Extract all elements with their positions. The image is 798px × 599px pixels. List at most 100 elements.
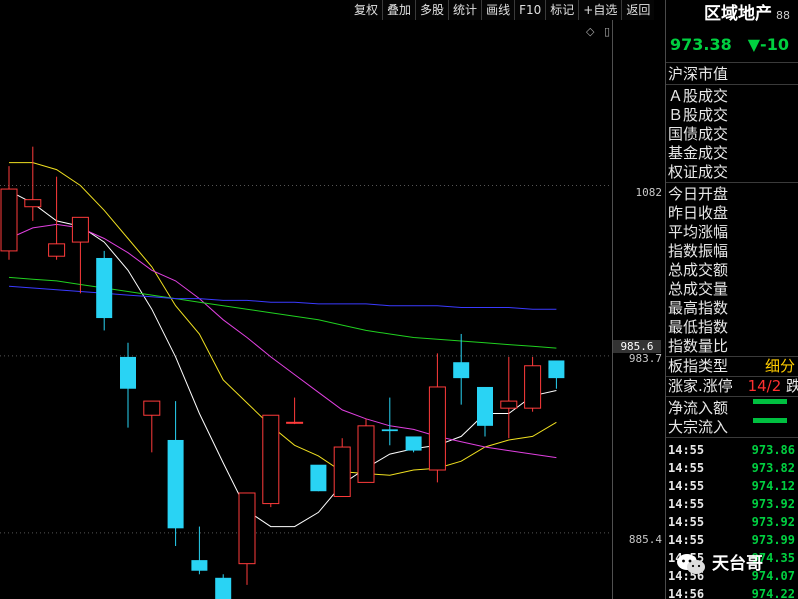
- candle-body: [167, 439, 184, 529]
- candle[interactable]: [524, 356, 542, 412]
- candle[interactable]: [71, 216, 89, 294]
- panel-title: 区域地产 88: [666, 0, 798, 28]
- current-price: 973.38: [670, 35, 732, 54]
- net-inflow-bar: [753, 399, 787, 404]
- panel-label: 总成交额: [668, 261, 729, 279]
- price-change: ▼-10: [747, 35, 789, 54]
- overlay-button[interactable]: 叠加: [382, 0, 416, 20]
- candle-body: [453, 362, 470, 379]
- candle-body: [262, 414, 280, 505]
- tick-price: 973.99: [751, 533, 795, 547]
- tick-price: 974.22: [751, 587, 795, 599]
- advance-value: 14/2: [747, 377, 782, 395]
- tick-row: 14:55 974.12: [666, 477, 798, 495]
- candle-body: [48, 243, 66, 257]
- candlestick-chart[interactable]: 1082 985.6 983.7 885.4 ◇ ▯: [0, 0, 665, 599]
- sector-name: 区域地产: [704, 4, 772, 24]
- add-watchlist-button[interactable]: +自选: [578, 0, 622, 20]
- ma-line-ma10: [9, 162, 557, 476]
- panel-label: 昨日收盘: [668, 204, 729, 222]
- turnover-section: Ａ股成交 Ｂ股成交 国债成交 基金成交 权证成交: [666, 85, 798, 183]
- candle[interactable]: [357, 418, 375, 483]
- candle[interactable]: [215, 574, 232, 599]
- type-value: 细分: [764, 357, 795, 375]
- candle-body: [191, 560, 208, 571]
- tick-price: 973.86: [751, 443, 795, 457]
- candle-body: [71, 216, 89, 243]
- panel-label: 权证成交: [668, 163, 729, 181]
- y-axis-tick: 885.4: [628, 533, 662, 546]
- net-inflow-label: 净流入额: [668, 399, 729, 417]
- candle[interactable]: [548, 360, 565, 389]
- candle[interactable]: [0, 166, 18, 260]
- candle-body: [381, 429, 398, 432]
- back-button[interactable]: 返回: [621, 0, 655, 20]
- quote-panel: 区域地产 88 973.38 ▼-10 沪深市值 Ａ股成交 Ｂ股成交 国债成交 基金…: [665, 0, 798, 599]
- candle[interactable]: [428, 353, 446, 483]
- panel-label: Ａ股成交: [668, 87, 729, 105]
- candle[interactable]: [262, 414, 280, 508]
- candle[interactable]: [24, 146, 42, 221]
- candle[interactable]: [405, 436, 422, 453]
- statistics-button[interactable]: 统计: [448, 0, 482, 20]
- candle-body: [286, 421, 304, 424]
- index-stats-section: 今日开盘 昨日收盘 平均涨幅 指数振幅 总成交额 总成交量 最高指数 最低指数 …: [666, 183, 798, 357]
- diamond-icon[interactable]: ◇: [586, 25, 594, 38]
- candle-body: [428, 386, 446, 471]
- panel-label: 指数量比: [668, 337, 729, 355]
- tick-price: 973.92: [751, 497, 795, 511]
- block-inflow-bar: [753, 418, 787, 423]
- candle-body: [310, 464, 327, 492]
- candle[interactable]: [238, 492, 256, 585]
- tick-time: 14:55: [668, 497, 705, 511]
- multi-stock-button[interactable]: 多股: [415, 0, 449, 20]
- f10-button[interactable]: F10: [514, 0, 546, 20]
- watermark-text: 天台哥: [712, 554, 763, 574]
- tick-row: 14:55 973.92: [666, 495, 798, 513]
- wechat-icon: [677, 554, 705, 574]
- candle[interactable]: [310, 464, 327, 492]
- candle[interactable]: [96, 250, 113, 331]
- tick-time: 14:55: [668, 479, 705, 493]
- block-inflow-label: 大宗流入: [668, 418, 729, 436]
- candle[interactable]: [143, 400, 161, 453]
- restore-rights-button[interactable]: 复权: [350, 0, 383, 20]
- panel-label: 国债成交: [668, 125, 729, 143]
- candle-body: [357, 425, 375, 483]
- candle[interactable]: [453, 333, 470, 405]
- price-row: 973.38 ▼-10: [666, 28, 798, 63]
- advance-section: 涨家.涨停 14/2 跌: [666, 377, 798, 397]
- mark-button[interactable]: 标记: [545, 0, 579, 20]
- panel-label: 基金成交: [668, 144, 729, 162]
- candle-body: [24, 199, 42, 208]
- type-section: 板指类型 细分: [666, 357, 798, 377]
- candle-body: [500, 400, 518, 409]
- chart-canvas[interactable]: [0, 0, 665, 599]
- panel-label: 指数振幅: [668, 242, 729, 260]
- candle-body: [333, 446, 351, 498]
- type-label: 板指类型: [668, 357, 729, 375]
- candle-body: [0, 188, 18, 252]
- candle[interactable]: [333, 438, 351, 498]
- panel-label: Ｂ股成交: [668, 106, 729, 124]
- candle-body: [548, 360, 565, 379]
- tick-price: 973.82: [751, 461, 795, 475]
- candle[interactable]: [500, 356, 518, 439]
- panel-label: 今日开盘: [668, 185, 729, 203]
- candle-body: [120, 356, 136, 389]
- tick-time: 14:56: [668, 587, 705, 599]
- candle[interactable]: [381, 397, 398, 446]
- candle[interactable]: [167, 401, 184, 546]
- draw-line-button[interactable]: 画线: [481, 0, 515, 20]
- fund-flow-section: 净流入额 大宗流入: [666, 397, 798, 438]
- candle[interactable]: [477, 386, 493, 437]
- window-icon[interactable]: ▯: [604, 25, 610, 38]
- candle[interactable]: [48, 176, 66, 260]
- tick-row: 14:55 973.82: [666, 459, 798, 477]
- candle[interactable]: [191, 526, 208, 575]
- candle[interactable]: [120, 342, 136, 428]
- tick-time: 14:55: [668, 461, 705, 475]
- candle[interactable]: [286, 397, 304, 425]
- candle-body: [96, 257, 113, 319]
- panel-label: 平均涨幅: [668, 223, 729, 241]
